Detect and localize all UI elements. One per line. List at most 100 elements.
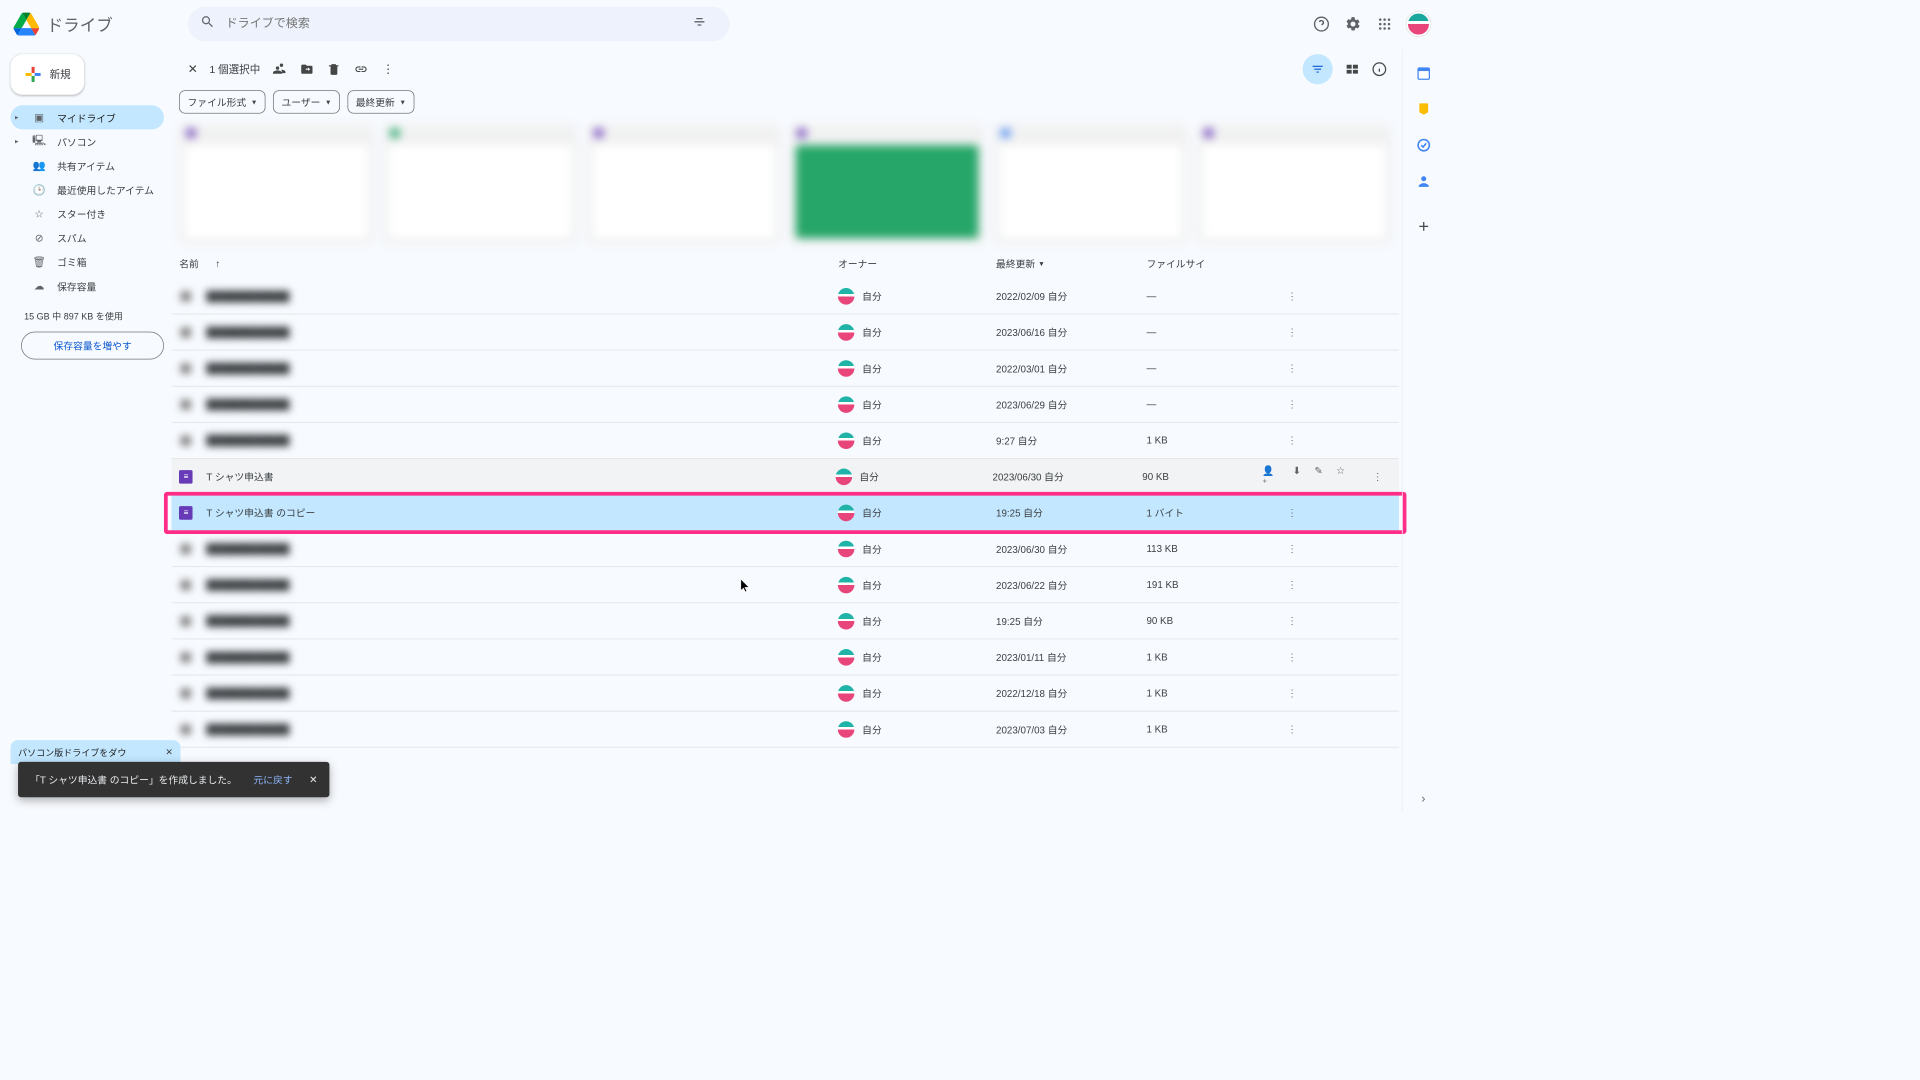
- file-row[interactable]: ████████████自分2023/06/22 自分191 KB⋮: [172, 567, 1399, 603]
- apps-icon[interactable]: [1375, 14, 1395, 34]
- row-more-icon[interactable]: ⋮: [1267, 507, 1297, 519]
- search-input[interactable]: [226, 17, 692, 31]
- tasks-icon[interactable]: [1415, 137, 1432, 154]
- shared-icon: 👥: [32, 159, 47, 172]
- col-modified-header[interactable]: 最終更新: [996, 256, 1035, 270]
- add-panel-icon[interactable]: [1415, 218, 1432, 235]
- nav-recent[interactable]: 🕒最近使用したアイテム: [11, 177, 165, 201]
- settings-icon[interactable]: [1343, 14, 1363, 34]
- col-size-header[interactable]: ファイルサイ: [1146, 256, 1266, 270]
- info-icon[interactable]: [1372, 62, 1387, 77]
- sort-arrow-icon[interactable]: ↑: [215, 258, 220, 269]
- file-row[interactable]: ████████████自分2023/06/29 自分—⋮: [172, 387, 1399, 423]
- file-size: 113 KB: [1146, 543, 1266, 554]
- row-more-icon[interactable]: ⋮: [1267, 434, 1297, 446]
- file-row[interactable]: ████████████自分2022/12/18 自分1 KB⋮: [172, 675, 1399, 711]
- nav-spam[interactable]: ⊘スパム: [11, 226, 165, 250]
- file-row[interactable]: ≡T シャツ申込書自分2023/06/30 自分90 KB👤⁺⬇✎☆⋮: [172, 459, 1399, 495]
- file-row[interactable]: ████████████自分2022/02/09 自分—⋮: [172, 278, 1399, 314]
- delete-icon[interactable]: [326, 62, 341, 77]
- collapse-panel-icon[interactable]: ›: [1415, 791, 1432, 808]
- file-row[interactable]: ████████████自分19:25 自分90 KB⋮: [172, 603, 1399, 639]
- file-size: 1 KB: [1146, 435, 1266, 446]
- col-owner-header[interactable]: オーナー: [838, 256, 996, 270]
- file-modified: 9:27 自分: [996, 433, 1146, 447]
- file-row[interactable]: ████████████自分2023/06/30 自分113 KB⋮: [172, 531, 1399, 567]
- link-icon[interactable]: [354, 62, 369, 77]
- owner-avatar: [838, 360, 855, 377]
- download-icon[interactable]: ⬇: [1293, 464, 1301, 488]
- owner-avatar: [838, 649, 855, 666]
- account-avatar[interactable]: [1406, 12, 1430, 36]
- file-row[interactable]: ≡T シャツ申込書 のコピー自分19:25 自分1 バイト⋮: [172, 495, 1399, 531]
- row-more-icon[interactable]: ⋮: [1267, 579, 1297, 591]
- file-row[interactable]: ████████████自分2022/03/01 自分—⋮: [172, 350, 1399, 386]
- share-icon[interactable]: 👤⁺: [1262, 464, 1279, 488]
- filter-toggle-button[interactable]: [1303, 54, 1333, 84]
- main: ✕ 1 個選択中 ⋮ ファイル形式▼ ユーザー▼ 最終更新▼: [172, 48, 1444, 812]
- drive-icon: ▣: [32, 111, 47, 124]
- row-more-icon[interactable]: ⋮: [1352, 470, 1382, 482]
- share-icon[interactable]: [272, 62, 287, 77]
- chevron-down-icon: ▼: [251, 98, 258, 106]
- filter-type[interactable]: ファイル形式▼: [179, 90, 265, 113]
- new-button[interactable]: 新規: [11, 54, 85, 95]
- file-name: ████████████: [206, 326, 289, 337]
- file-modified: 2022/02/09 自分: [996, 289, 1146, 303]
- nav-trash[interactable]: 🗑ゴミ箱: [11, 250, 165, 274]
- filter-modified[interactable]: 最終更新▼: [347, 90, 414, 113]
- row-more-icon[interactable]: ⋮: [1267, 651, 1297, 663]
- row-more-icon[interactable]: ⋮: [1267, 543, 1297, 555]
- row-more-icon[interactable]: ⋮: [1267, 290, 1297, 302]
- calendar-icon[interactable]: [1415, 65, 1432, 82]
- owner-label: 自分: [862, 686, 882, 700]
- view-grid-icon[interactable]: [1345, 62, 1360, 77]
- move-icon[interactable]: [299, 62, 314, 77]
- row-more-icon[interactable]: ⋮: [1267, 362, 1297, 374]
- logo-area[interactable]: ドライブ: [14, 11, 188, 37]
- file-row[interactable]: ████████████自分2023/06/16 自分—⋮: [172, 314, 1399, 350]
- edit-icon[interactable]: ✎: [1314, 464, 1322, 488]
- star-icon[interactable]: ☆: [1336, 464, 1345, 488]
- toast-undo-button[interactable]: 元に戻す: [253, 772, 292, 786]
- more-icon[interactable]: ⋮: [381, 62, 396, 77]
- owner-label: 自分: [859, 469, 879, 483]
- owner-avatar: [838, 324, 855, 341]
- toast-close-icon[interactable]: ✕: [309, 774, 317, 786]
- trash-icon: 🗑: [32, 255, 47, 268]
- clear-selection-icon[interactable]: ✕: [185, 62, 200, 77]
- search-options-icon[interactable]: [692, 14, 707, 34]
- file-row[interactable]: ████████████自分9:27 自分1 KB⋮: [172, 423, 1399, 459]
- row-more-icon[interactable]: ⋮: [1267, 615, 1297, 627]
- download-tip-banner: パソコン版ドライブをダウ ✕: [11, 740, 181, 764]
- contacts-icon[interactable]: [1415, 173, 1432, 190]
- file-size: —: [1146, 399, 1266, 410]
- file-name: ████████████: [206, 290, 289, 301]
- sidebar: 新規 ▸▣マイドライブ ▸🖳パソコン 👥共有アイテム 🕒最近使用したアイテム ☆…: [0, 48, 172, 812]
- owner-avatar: [838, 721, 855, 738]
- nav-computers[interactable]: ▸🖳パソコン: [11, 129, 165, 153]
- col-name-header[interactable]: 名前: [179, 256, 199, 270]
- table-header: 名前↑ オーナー 最終更新▼ ファイルサイ: [172, 249, 1399, 278]
- support-icon[interactable]: [1312, 14, 1332, 34]
- nav-starred[interactable]: ☆スター付き: [11, 202, 165, 226]
- row-more-icon[interactable]: ⋮: [1267, 326, 1297, 338]
- file-row[interactable]: ████████████自分2023/01/11 自分1 KB⋮: [172, 639, 1399, 675]
- keep-icon[interactable]: [1415, 101, 1432, 118]
- search-bar[interactable]: [188, 7, 730, 42]
- row-more-icon[interactable]: ⋮: [1267, 723, 1297, 735]
- computer-icon: 🖳: [32, 132, 47, 150]
- close-icon[interactable]: ✕: [165, 747, 173, 758]
- file-size: 191 KB: [1146, 579, 1266, 590]
- file-row[interactable]: ████████████自分2023/07/03 自分1 KB⋮: [172, 711, 1399, 747]
- filter-user[interactable]: ユーザー▼: [273, 90, 340, 113]
- file-size: 1 KB: [1146, 724, 1266, 735]
- upgrade-storage-button[interactable]: 保存容量を増やす: [21, 332, 164, 360]
- nav-my-drive[interactable]: ▸▣マイドライブ: [11, 105, 165, 129]
- file-modified: 2023/06/30 自分: [993, 469, 1143, 483]
- nav-shared[interactable]: 👥共有アイテム: [11, 153, 165, 177]
- nav-storage[interactable]: ☁保存容量: [11, 274, 165, 298]
- recent-icon: 🕒: [32, 183, 47, 196]
- row-more-icon[interactable]: ⋮: [1267, 687, 1297, 699]
- row-more-icon[interactable]: ⋮: [1267, 398, 1297, 410]
